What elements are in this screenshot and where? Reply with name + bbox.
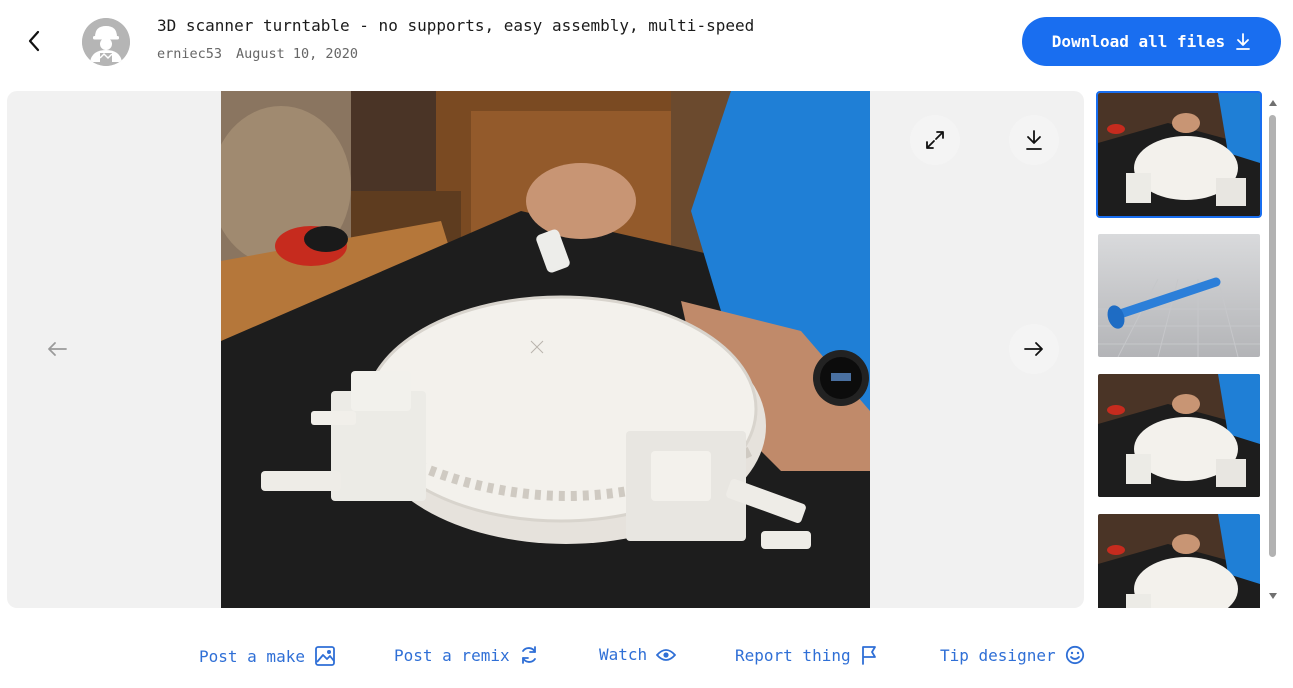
watch-button[interactable]: Watch — [599, 645, 677, 664]
download-all-button[interactable]: Download all files — [1022, 17, 1281, 66]
thumbnail-1[interactable] — [1096, 91, 1262, 218]
thumbnail-photo — [1098, 374, 1260, 497]
post-remix-label: Post a remix — [394, 645, 510, 665]
download-icon — [1236, 32, 1251, 50]
thing-meta: erniec53 August 10, 2020 — [157, 46, 358, 62]
avatar[interactable] — [82, 18, 130, 66]
download-icon — [1026, 130, 1042, 150]
post-make-button[interactable]: Post a make — [199, 645, 336, 667]
flag-icon — [861, 646, 876, 665]
scroll-down-icon[interactable] — [1268, 591, 1278, 601]
thumbnail-strip — [1096, 91, 1262, 608]
download-image-button[interactable] — [1009, 115, 1059, 165]
author-link[interactable]: erniec53 — [157, 46, 222, 62]
post-remix-button[interactable]: Post a remix — [394, 645, 539, 665]
thumbnail-photo — [1098, 93, 1260, 216]
download-all-label: Download all files — [1051, 32, 1226, 51]
thumbnail-4[interactable] — [1096, 512, 1262, 608]
image-viewer — [7, 91, 1084, 608]
scroll-thumb[interactable] — [1269, 115, 1276, 557]
scroll-up-icon[interactable] — [1268, 98, 1278, 108]
next-image-button[interactable] — [1009, 324, 1059, 374]
thumbnail-2[interactable] — [1096, 232, 1262, 359]
remix-icon — [521, 646, 536, 664]
back-arrow-icon — [28, 30, 40, 52]
avatar-icon — [82, 18, 130, 66]
thumbnail-3[interactable] — [1096, 372, 1262, 499]
thumbnail-render — [1098, 234, 1260, 357]
back-button[interactable] — [18, 24, 50, 58]
page-title: 3D scanner turntable - no supports, easy… — [157, 16, 755, 35]
tip-designer-button[interactable]: Tip designer — [940, 645, 1085, 665]
watch-label: Watch — [599, 645, 648, 664]
report-thing-button[interactable]: Report thing — [735, 645, 878, 665]
smile-icon — [1065, 645, 1084, 665]
image-icon — [315, 646, 335, 666]
thing-actions: Post a make Post a remix Watch Report th… — [0, 645, 1293, 671]
arrow-right-icon — [1024, 342, 1043, 356]
publish-date: August 10, 2020 — [236, 46, 358, 62]
post-make-label: Post a make — [199, 646, 305, 666]
turntable-photo — [221, 91, 870, 608]
fullscreen-button[interactable] — [910, 115, 960, 165]
thumbnail-photo — [1098, 514, 1260, 608]
arrow-left-icon — [48, 342, 67, 356]
tip-designer-label: Tip designer — [940, 645, 1056, 665]
eye-icon — [656, 648, 677, 661]
expand-icon — [926, 131, 944, 149]
thumbnail-scrollbar[interactable] — [1266, 95, 1279, 603]
previous-image-button[interactable] — [41, 325, 73, 373]
report-thing-label: Report thing — [735, 645, 851, 665]
main-photo[interactable] — [221, 91, 870, 608]
